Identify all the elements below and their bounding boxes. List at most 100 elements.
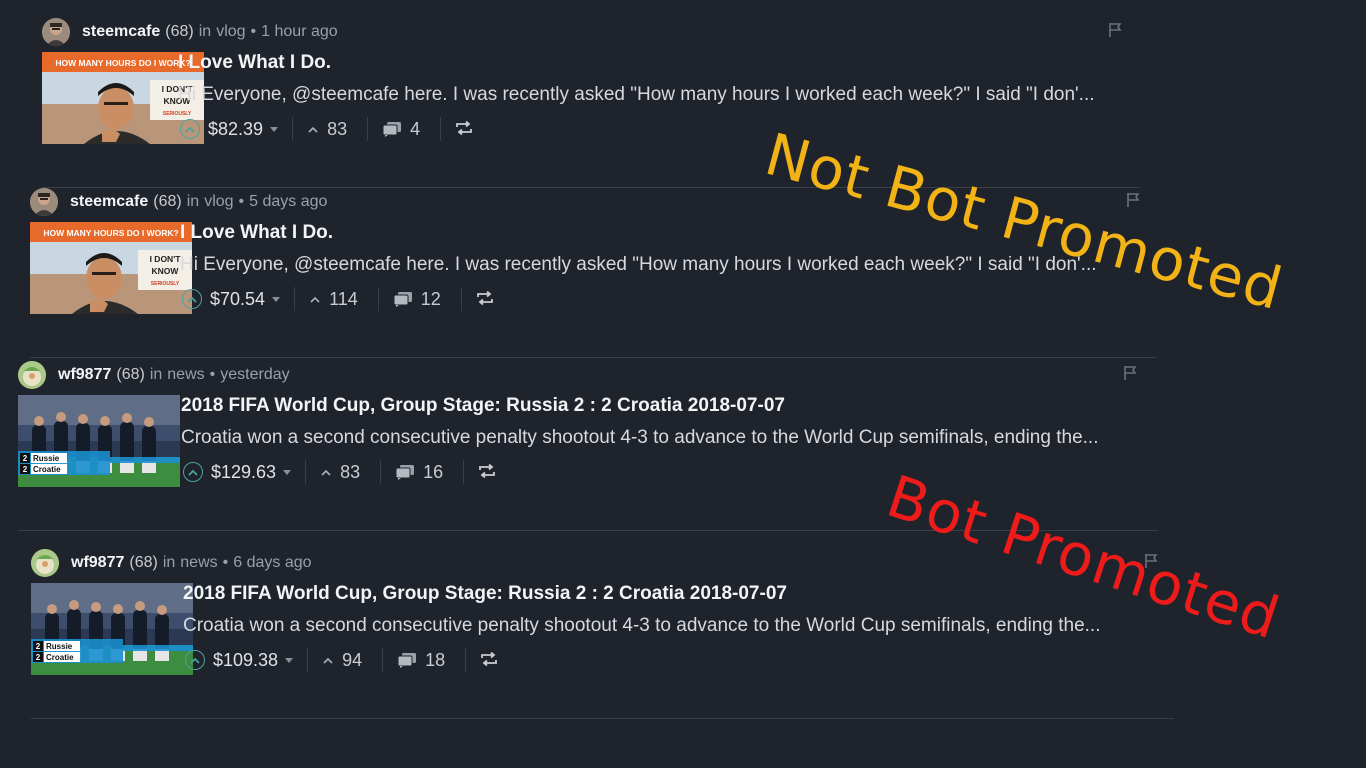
post-time[interactable]: 6 days ago [233,554,311,572]
chevron-down-icon[interactable] [272,296,281,302]
post-excerpt[interactable]: Hi Everyone, @steemcafe here. I was rece… [180,254,1130,276]
svg-text:Russie: Russie [46,642,73,651]
upvote-chevron-icon[interactable] [180,119,200,139]
author-name[interactable]: steemcafe [70,193,148,211]
comments-count[interactable]: 12 [393,289,441,310]
reblog-icon[interactable] [478,462,496,483]
in-label: in [198,23,212,40]
comments-count[interactable]: 4 [382,119,420,140]
post-time[interactable]: 1 hour ago [261,23,338,41]
divider [307,648,309,672]
author-name[interactable]: wf9877 [58,366,111,384]
votes-count[interactable]: 83 [320,462,360,483]
chevron-down-icon[interactable] [270,126,279,132]
votes-count[interactable]: 83 [307,119,347,140]
post-excerpt[interactable]: Croatia won a second consecutive penalty… [183,615,1168,637]
post-time[interactable]: 5 days ago [249,193,327,211]
post-excerpt[interactable]: Hi Everyone, @steemcafe here. I was rece… [178,84,1138,106]
post-divider [30,357,1156,358]
flag-icon[interactable] [1108,22,1122,38]
author-reputation: (68) [165,23,194,40]
post-title[interactable]: 2018 FIFA World Cup, Group Stage: Russia… [181,395,785,417]
comments-icon [397,653,417,668]
avatar[interactable] [30,188,58,216]
svg-text:2: 2 [23,465,28,474]
svg-text:Croatie: Croatie [33,465,61,474]
votes-count[interactable]: 94 [322,650,362,671]
post-title[interactable]: I Love What I Do. [180,222,333,244]
svg-text:Russie: Russie [33,454,60,463]
comments-icon [393,292,412,307]
post-thumbnail[interactable]: 2 2 Russie Croatie [31,583,193,675]
svg-text:2: 2 [36,653,41,662]
votes-count[interactable]: 114 [309,289,358,310]
meta-separator: • [238,193,245,210]
svg-text:I DON'T: I DON'T [150,254,182,264]
comments-count[interactable]: 18 [397,650,445,671]
post-meta: steemcafe (68) in vlog • 1 hour ago [42,18,338,46]
svg-text:2: 2 [36,642,41,651]
post-category[interactable]: vlog [204,193,233,211]
meta-separator: • [209,366,216,383]
post-thumbnail[interactable]: HOW MANY HOURS DO I WORK? I DON'T KNOW S… [30,222,192,314]
flag-icon[interactable] [1123,365,1137,381]
comments-value: 16 [423,461,444,482]
in-label: in [186,193,200,210]
divider [367,117,369,141]
svg-text:SERIOUSLY: SERIOUSLY [151,281,180,287]
post-title[interactable]: I Love What I Do. [178,52,331,74]
divider [465,648,467,672]
post-actions: $109.38 94 18 [185,647,498,673]
post-meta: steemcafe (68) in vlog • 5 days ago [30,188,327,216]
chevron-down-icon[interactable] [283,469,292,475]
svg-text:KNOW: KNOW [152,266,180,276]
reblog-icon[interactable] [480,650,498,671]
author-name[interactable]: steemcafe [82,23,160,41]
divider [294,287,296,311]
post-actions: $70.54 114 12 [182,286,494,312]
flag-icon[interactable] [1126,192,1140,208]
author-name[interactable]: wf9877 [71,554,124,572]
post-category[interactable]: news [180,554,217,572]
post-category[interactable]: vlog [216,23,245,41]
author-reputation: (68) [116,366,145,383]
post-time[interactable]: yesterday [220,366,289,384]
post-category[interactable]: news [167,366,204,384]
votes-value: 83 [327,118,348,139]
caret-up-icon [321,469,331,476]
caret-up-icon [323,657,333,664]
post-excerpt[interactable]: Croatia won a second consecutive penalty… [181,427,1151,449]
payout-value[interactable]: $82.39 [208,119,263,140]
author-reputation: (68) [129,554,158,571]
payout-value[interactable]: $109.38 [213,650,278,671]
upvote-chevron-icon[interactable] [182,289,202,309]
comments-count[interactable]: 16 [395,462,443,483]
chevron-down-icon[interactable] [285,657,294,663]
comments-icon [395,465,415,480]
avatar[interactable] [31,549,59,577]
comments-icon [382,122,402,137]
divider [305,460,307,484]
in-label: in [162,554,176,571]
post-meta: wf9877 (68) in news • yesterday [18,361,290,389]
upvote-chevron-icon[interactable] [185,650,205,670]
svg-text:HOW MANY HOURS DO I WORK?: HOW MANY HOURS DO I WORK? [55,58,190,68]
feed-screenshot: steemcafe (68) in vlog • 1 hour ago HOW … [0,0,1366,768]
payout-value[interactable]: $129.63 [211,462,276,483]
payout-value[interactable]: $70.54 [210,289,265,310]
divider [440,117,442,141]
divider [382,648,384,672]
avatar[interactable] [42,18,70,46]
upvote-chevron-icon[interactable] [183,462,203,482]
avatar[interactable] [18,361,46,389]
post-thumbnail[interactable]: 2 2 Russie Croatie [18,395,180,487]
divider [460,287,462,311]
divider [292,117,294,141]
reblog-icon[interactable] [476,289,494,310]
comments-value: 4 [410,118,421,139]
svg-text:2: 2 [23,454,28,463]
reblog-icon[interactable] [455,119,473,140]
meta-separator: • [222,554,229,571]
comments-value: 18 [425,649,446,670]
post-title[interactable]: 2018 FIFA World Cup, Group Stage: Russia… [183,583,787,605]
